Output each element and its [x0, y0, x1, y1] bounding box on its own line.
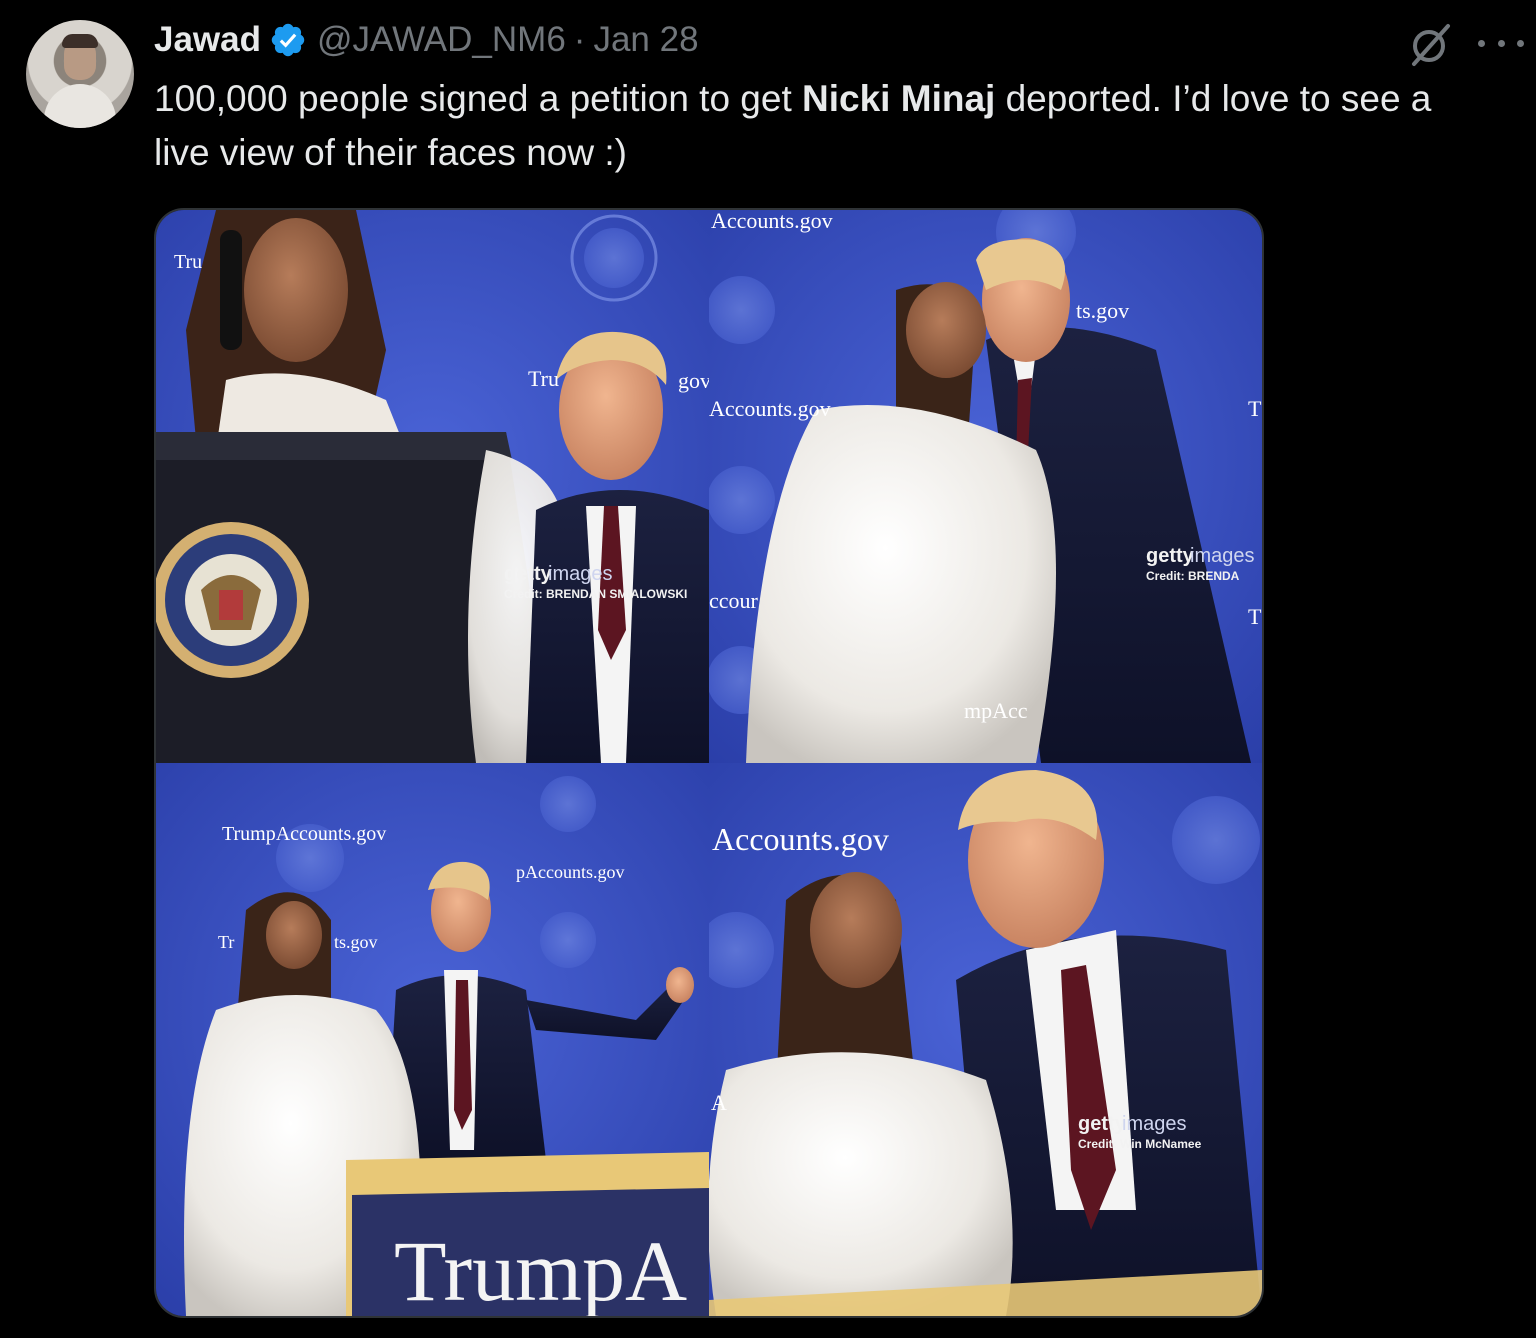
watermark-brand: getty [1146, 545, 1195, 567]
photo-panel-3: TrumpA TrumpAccounts.gov pAccounts.gov T… [156, 763, 709, 1316]
more-options-icon[interactable] [1478, 28, 1524, 58]
grok-icon[interactable] [1408, 22, 1454, 68]
watermark-credit: Credit: BRENDA [1146, 569, 1240, 583]
backdrop-text: Accounts.gov [711, 210, 833, 233]
photo-panel-1: Tru gov Tru getty images Credit: BRENDAN… [156, 210, 711, 763]
watermark-brand: getty [1078, 1113, 1127, 1135]
tweet-media-collage[interactable]: Tru gov Tru getty images Credit: BRENDAN… [154, 208, 1264, 1318]
backdrop-text: Tr [218, 932, 234, 952]
collage-image: Tru gov Tru getty images Credit: BRENDAN… [156, 210, 1262, 1316]
backdrop-text: ts.gov [334, 932, 378, 952]
watermark-suffix: images [548, 563, 612, 585]
backdrop-text: T [1248, 396, 1262, 421]
backdrop-text: ts.gov [1076, 298, 1129, 323]
backdrop-text: Tru [528, 366, 559, 391]
more-dot [1497, 39, 1505, 47]
backdrop-text: T [1248, 604, 1262, 629]
watermark-credit: Credit: BRENDAN SMIALOWSKI [504, 587, 687, 601]
backdrop-text: gov [678, 368, 711, 393]
avatar[interactable] [26, 20, 134, 128]
backdrop-text: ccour [709, 588, 759, 613]
tweet-text-mention: Nicki Minaj [802, 78, 996, 119]
more-dot [1517, 39, 1524, 47]
tweet-header: Jawad @JAWAD_NM6 · Jan 28 [154, 18, 699, 62]
backdrop-text: Accounts.gov [709, 396, 831, 421]
photo-panel-2: Accounts.gov Accounts.gov ccour ts.gov T… [709, 210, 1262, 763]
author-name[interactable]: Jawad [154, 20, 261, 60]
backdrop-text: A [711, 1090, 727, 1115]
tweet-text: 100,000 people signed a petition to get … [154, 72, 1494, 180]
avatar-shirt [44, 84, 116, 128]
watermark-suffix: images [1122, 1113, 1186, 1135]
backdrop-text: TrumpAccounts.gov [222, 823, 386, 845]
watermark-suffix: images [1190, 545, 1254, 567]
watermark-brand: getty [504, 563, 553, 585]
verified-badge-icon [271, 23, 305, 57]
watermark-credit: Credit: Win McNamee [1078, 1137, 1202, 1151]
backdrop-text: pAccounts.gov [516, 862, 624, 882]
tweet-date[interactable]: Jan 28 [593, 20, 698, 60]
author-handle[interactable]: @JAWAD_NM6 [317, 20, 566, 60]
podium-text: TrumpA [394, 1223, 687, 1316]
backdrop-text: Tru [174, 251, 202, 273]
photo-panel-4: Accounts.gov A getty images Credit: Win … [709, 763, 1262, 1316]
more-dot [1478, 39, 1485, 47]
backdrop-text: Accounts.gov [712, 821, 889, 857]
avatar-hair [62, 34, 98, 48]
header-separator: · [573, 20, 586, 59]
backdrop-text: mpAcc [964, 698, 1028, 723]
tweet-text-start: 100,000 people signed a petition to get [154, 78, 803, 119]
